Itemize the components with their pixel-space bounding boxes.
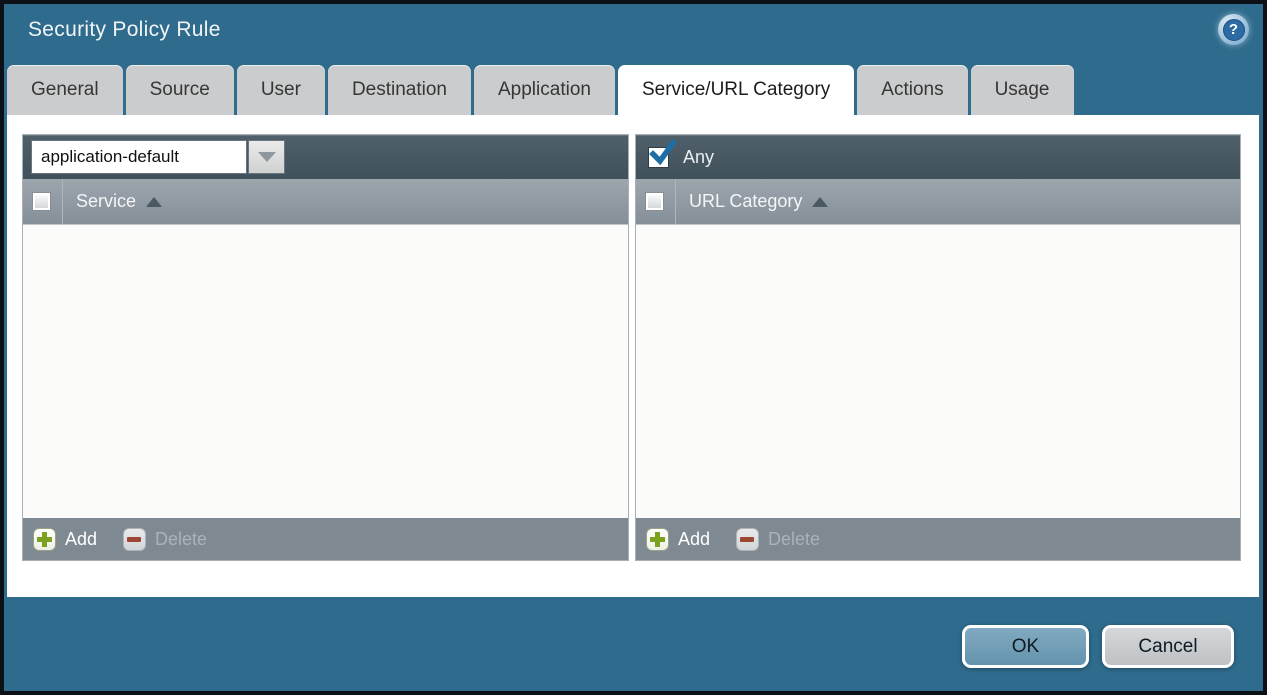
chevron-down-icon — [258, 152, 276, 162]
any-checkbox-label: Any — [683, 147, 714, 168]
checkmark-icon — [649, 140, 676, 167]
any-checkbox[interactable] — [648, 147, 669, 168]
url-category-column-label: URL Category — [689, 191, 802, 212]
service-list-body[interactable] — [23, 225, 628, 518]
service-panel-toolbar: application-default — [23, 135, 628, 179]
tab-application[interactable]: Application — [474, 65, 615, 115]
url-category-panel-footer: Add Delete — [636, 518, 1240, 560]
service-select-all-checkbox[interactable] — [32, 192, 51, 211]
question-mark-icon: ? — [1223, 19, 1245, 41]
column-separator — [675, 179, 676, 224]
service-panel-footer: Add Delete — [23, 518, 628, 560]
cancel-button[interactable]: Cancel — [1102, 625, 1234, 668]
minus-icon — [736, 528, 759, 551]
ok-button[interactable]: OK — [962, 625, 1089, 668]
tab-general[interactable]: General — [7, 65, 123, 115]
tab-panel-service-url-category: application-default Service Add — [7, 115, 1259, 597]
plus-icon — [646, 528, 669, 551]
url-category-delete-button[interactable]: Delete — [736, 528, 820, 551]
sort-asc-icon — [146, 197, 162, 207]
dialog-title: Security Policy Rule — [28, 18, 221, 42]
service-delete-button[interactable]: Delete — [123, 528, 207, 551]
delete-button-label: Delete — [155, 529, 207, 550]
column-separator — [62, 179, 63, 224]
service-type-dropdown[interactable]: application-default — [31, 140, 285, 174]
sort-asc-icon — [812, 197, 828, 207]
minus-icon — [123, 528, 146, 551]
service-type-value[interactable]: application-default — [31, 140, 247, 174]
dropdown-arrow-button[interactable] — [248, 140, 285, 174]
service-column-label: Service — [76, 191, 136, 212]
service-add-button[interactable]: Add — [33, 528, 97, 551]
service-panel: application-default Service Add — [22, 134, 629, 561]
url-category-add-button[interactable]: Add — [646, 528, 710, 551]
tab-usage[interactable]: Usage — [971, 65, 1074, 115]
tab-bar: General Source User Destination Applicat… — [7, 65, 1074, 115]
service-column-header[interactable]: Service — [23, 179, 628, 225]
delete-button-label: Delete — [768, 529, 820, 550]
tab-actions[interactable]: Actions — [857, 65, 967, 115]
url-category-list-body[interactable] — [636, 225, 1240, 518]
add-button-label: Add — [65, 529, 97, 550]
plus-icon — [33, 528, 56, 551]
tab-service-url-category[interactable]: Service/URL Category — [618, 65, 854, 115]
tab-source[interactable]: Source — [126, 65, 234, 115]
help-button[interactable]: ? — [1218, 14, 1249, 45]
add-button-label: Add — [678, 529, 710, 550]
url-category-panel-toolbar: Any — [636, 135, 1240, 179]
url-category-panel: Any URL Category Add Delete — [635, 134, 1241, 561]
url-category-select-all-checkbox[interactable] — [645, 192, 664, 211]
tab-destination[interactable]: Destination — [328, 65, 471, 115]
tab-user[interactable]: User — [237, 65, 325, 115]
security-policy-rule-dialog: Security Policy Rule ? General Source Us… — [0, 0, 1267, 695]
any-row: Any — [644, 147, 714, 168]
url-category-column-header[interactable]: URL Category — [636, 179, 1240, 225]
